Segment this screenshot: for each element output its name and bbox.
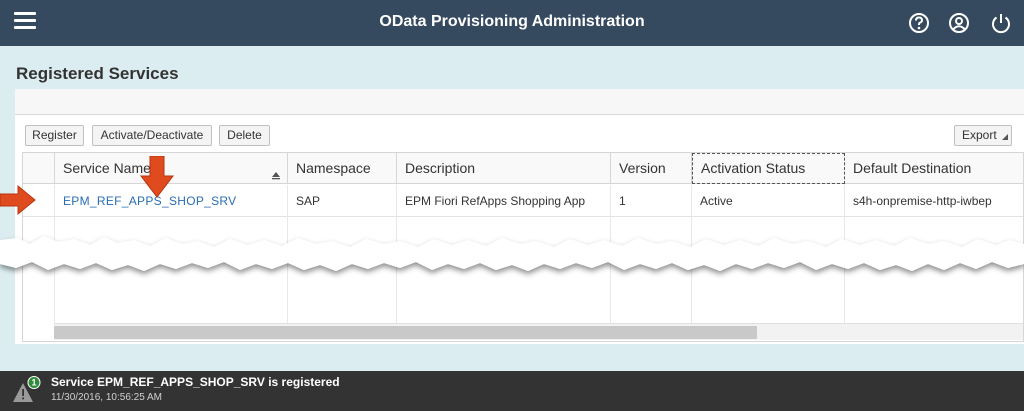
- dropdown-arrow-icon: [1002, 134, 1008, 140]
- column-header-activation-status[interactable]: Activation Status: [692, 153, 845, 184]
- destination-cell: s4h-onpremise-http-iwbep: [853, 194, 992, 208]
- column-label: Service Name: [63, 160, 151, 176]
- column-header-namespace[interactable]: Namespace: [288, 153, 397, 184]
- page-title: Registered Services: [16, 64, 179, 83]
- register-button[interactable]: Register: [25, 125, 84, 146]
- annotation-arrow-down-icon: [140, 156, 174, 198]
- annotation-arrow-right-icon: [0, 184, 36, 216]
- message-text: Service EPM_REF_APPS_SHOP_SRV is registe…: [51, 375, 340, 389]
- select-all-cell[interactable]: [23, 153, 55, 184]
- description-cell: EPM Fiori RefApps Shopping App: [397, 185, 611, 217]
- message-count-badge: 1: [31, 378, 36, 388]
- horizontal-scrollbar[interactable]: [54, 323, 1023, 340]
- version-cell: 1: [611, 185, 692, 217]
- sort-icon: [272, 172, 280, 180]
- message-bar[interactable]: 1 Service EPM_REF_APPS_SHOP_SRV is regis…: [0, 371, 1024, 411]
- warning-icon[interactable]: 1: [12, 376, 42, 406]
- message-timestamp: 11/30/2016, 10:56:25 AM: [51, 392, 163, 403]
- services-panel: Register Activate/Deactivate Delete Expo…: [15, 89, 1024, 344]
- help-icon[interactable]: [908, 12, 930, 34]
- power-icon[interactable]: [990, 12, 1012, 34]
- status-cell: Active: [692, 185, 845, 217]
- shell-header: OData Provisioning Administration: [0, 0, 1024, 46]
- export-button[interactable]: Export: [954, 125, 1012, 146]
- user-icon[interactable]: [948, 12, 970, 34]
- namespace-cell: SAP: [288, 185, 397, 217]
- column-header-description[interactable]: Description: [397, 153, 611, 184]
- app-title: OData Provisioning Administration: [379, 13, 645, 30]
- delete-button[interactable]: Delete: [219, 125, 270, 146]
- column-header-version[interactable]: Version: [611, 153, 692, 184]
- column-header-default-destination[interactable]: Default Destination: [845, 153, 1023, 184]
- scrollbar-thumb[interactable]: [54, 326, 757, 339]
- torn-edge-overlay: [0, 236, 1024, 271]
- panel-strip: [15, 89, 1024, 115]
- export-label: Export: [962, 128, 997, 142]
- activate-deactivate-button[interactable]: Activate/Deactivate: [92, 125, 212, 146]
